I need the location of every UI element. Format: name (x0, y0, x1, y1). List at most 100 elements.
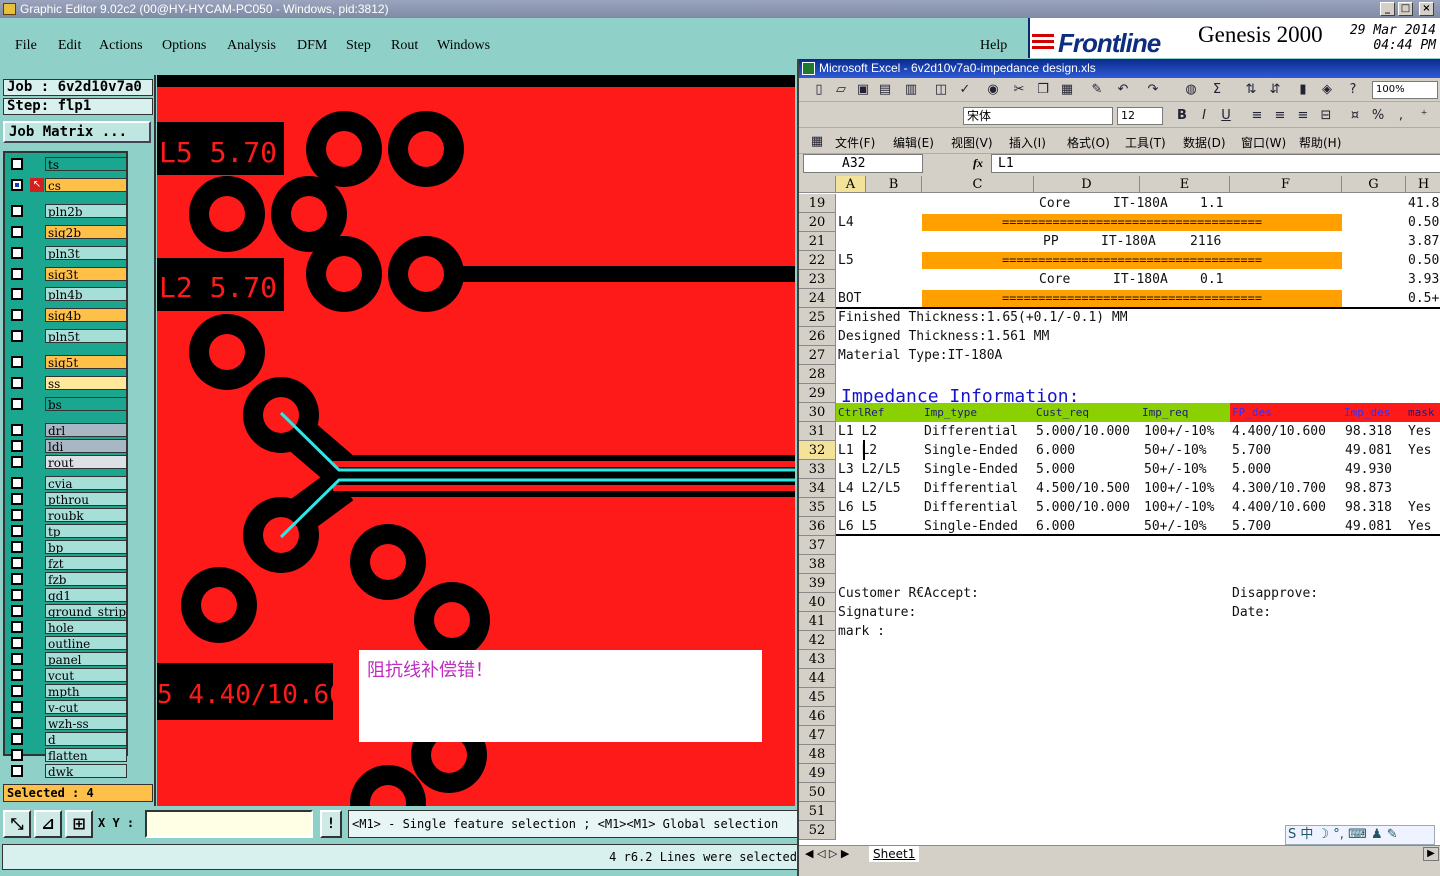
layer-checkbox[interactable] (11, 556, 23, 569)
layer-name[interactable]: sig3t (45, 266, 127, 281)
cell[interactable]: 3.87 (1408, 232, 1439, 251)
undo-icon[interactable]: ↶ (1115, 82, 1131, 98)
cell[interactable]: Core (1039, 194, 1070, 213)
xmenu-insert[interactable]: 插入(I) (1009, 134, 1046, 151)
col-header[interactable]: C (922, 176, 1034, 193)
chart-wizard-icon[interactable]: ▮ (1295, 82, 1311, 98)
table-cell[interactable]: Yes (1408, 498, 1431, 517)
layer-row-ground_strip[interactable]: ground_strip (8, 603, 127, 618)
layer-row-ts[interactable]: ts (8, 157, 127, 171)
menu-analysis[interactable]: Analysis (227, 38, 276, 54)
help-icon[interactable]: ? (1345, 82, 1361, 98)
row-header[interactable]: 36 (799, 517, 836, 536)
layer-row-sig5t[interactable]: sig5t (8, 355, 127, 370)
table-cell[interactable]: L4 L2/L5 (838, 479, 901, 498)
sort-asc-icon[interactable]: ⇅ (1243, 82, 1259, 98)
layer-row-flatten[interactable]: flatten (8, 747, 127, 762)
permission-icon[interactable]: ▤ (877, 82, 893, 98)
layer-checkbox[interactable] (11, 356, 23, 369)
layer-row-cvia[interactable]: cvia (8, 475, 127, 490)
menu-rout[interactable]: Rout (391, 38, 418, 54)
layer-checkbox[interactable] (11, 439, 23, 452)
layer-row-ss[interactable]: ss (8, 376, 127, 390)
cell[interactable]: 0.50 (1408, 251, 1439, 270)
layer-bar[interactable]: ==================================== (922, 290, 1342, 307)
xy-input[interactable] (145, 810, 313, 838)
row-header[interactable]: 51 (799, 802, 836, 821)
xmenu-view[interactable]: 视图(V) (951, 134, 993, 151)
cell[interactable]: L4 (838, 213, 854, 232)
menu-dfm[interactable]: DFM (297, 38, 327, 54)
format-painter-icon[interactable]: ✎ (1089, 82, 1105, 98)
layer-row-sig2b[interactable]: sig2b (8, 224, 127, 239)
hyperlink-icon[interactable]: ◍ (1183, 82, 1199, 98)
xmenu-format[interactable]: 格式(O) (1067, 134, 1110, 151)
xmenu-file[interactable]: 文件(F) (835, 134, 875, 151)
row-header[interactable]: 21 (799, 232, 836, 251)
table-cell[interactable]: Single-Ended (924, 441, 1018, 460)
cell[interactable]: 1.1 (1200, 194, 1223, 213)
sort-desc-icon[interactable]: ⇵ (1267, 82, 1283, 98)
table-cell[interactable]: 5.000 (1232, 460, 1271, 479)
increase-decimal-icon[interactable]: ⁺ (1416, 108, 1432, 124)
ime-toolbar[interactable]: S 中 ☽ °, ⌨ ♟ ✎ (1285, 825, 1435, 845)
table-cell[interactable]: Differential (924, 479, 1018, 498)
layer-name[interactable]: sig5t (45, 355, 127, 370)
layer-name[interactable]: pln4b (45, 287, 127, 302)
grid-snap-icon[interactable]: ⊞ (65, 810, 93, 838)
sheet-tab[interactable]: Sheet1 (869, 846, 920, 862)
layer-name[interactable]: cs (45, 177, 127, 192)
layer-checkbox[interactable] (11, 572, 23, 585)
spreadsheet-grid[interactable]: A B C D E F G H 19 20 21 22 23 24 25 26 27 28 29 30… (799, 176, 1440, 851)
layer-row-dwk[interactable]: dwk (8, 763, 127, 778)
layer-row-fzb[interactable]: fzb (8, 571, 127, 586)
row-header[interactable]: 50 (799, 783, 836, 802)
corner-select[interactable] (799, 176, 836, 193)
cell[interactable]: 3.93 (1408, 270, 1439, 289)
layer-name[interactable]: pln3t (45, 245, 127, 260)
row-header[interactable]: 27 (799, 346, 836, 365)
layer-row-tp[interactable]: tp (8, 523, 127, 538)
currency-icon[interactable]: ¤ (1347, 108, 1363, 124)
layer-row-pln5t[interactable]: pln5t (8, 329, 127, 344)
layer-row-sig4b[interactable]: sig4b (8, 308, 127, 323)
layer-row-pln3t[interactable]: pln3t (8, 245, 127, 260)
layer-row-cs[interactable]: ↖ cs (8, 177, 127, 192)
row-header[interactable]: 43 (799, 650, 836, 669)
research-icon[interactable]: ◉ (985, 82, 1001, 98)
cell[interactable]: 41.8 (1408, 194, 1439, 213)
layer-row-sig3t[interactable]: sig3t (8, 266, 127, 281)
layer-row-hole[interactable]: hole (8, 619, 127, 634)
layer-name[interactable]: dwk (45, 763, 127, 778)
cell[interactable]: 2116 (1190, 232, 1221, 251)
table-cell[interactable]: L6 L5 (838, 498, 877, 517)
layer-name[interactable]: cvia (45, 475, 127, 490)
merge-icon[interactable]: ⊟ (1318, 108, 1334, 124)
table-cell[interactable]: Differential (924, 422, 1018, 441)
layer-name[interactable]: bs (45, 396, 127, 411)
cell[interactable]: PP (1043, 232, 1059, 251)
zoom-select[interactable]: 100% (1372, 81, 1438, 99)
col-header[interactable]: H (1406, 176, 1440, 193)
table-cell[interactable]: 50+/-10% (1144, 460, 1207, 479)
layer-name[interactable]: rout (45, 454, 127, 469)
xmenu-data[interactable]: 数据(D) (1183, 134, 1226, 151)
row-header[interactable]: 26 (799, 327, 836, 346)
row-header[interactable]: 47 (799, 726, 836, 745)
layer-checkbox[interactable] (11, 764, 23, 777)
layer-row-fzt[interactable]: fzt (8, 555, 127, 570)
tab-nav-icon[interactable]: ◀ ◁ ▷ ▶ (805, 846, 849, 862)
paste-icon[interactable]: ▦ (1059, 82, 1075, 98)
table-cell[interactable]: 4.400/10.600 (1232, 498, 1326, 517)
layer-name[interactable]: roubk (45, 507, 127, 522)
layer-bar[interactable]: ==================================== (922, 214, 1342, 231)
bold-icon[interactable]: B (1174, 108, 1190, 124)
table-cell[interactable]: Differential (924, 498, 1018, 517)
row-header[interactable]: 23 (799, 270, 836, 289)
menu-actions[interactable]: Actions (99, 38, 143, 54)
scroll-right-icon[interactable]: ▶ (1423, 847, 1439, 861)
layer-checkbox[interactable] (11, 636, 23, 649)
layer-name[interactable]: outline (45, 635, 127, 650)
table-cell[interactable]: Single-Ended (924, 460, 1018, 479)
layer-name[interactable]: wzh-ss (45, 715, 127, 730)
